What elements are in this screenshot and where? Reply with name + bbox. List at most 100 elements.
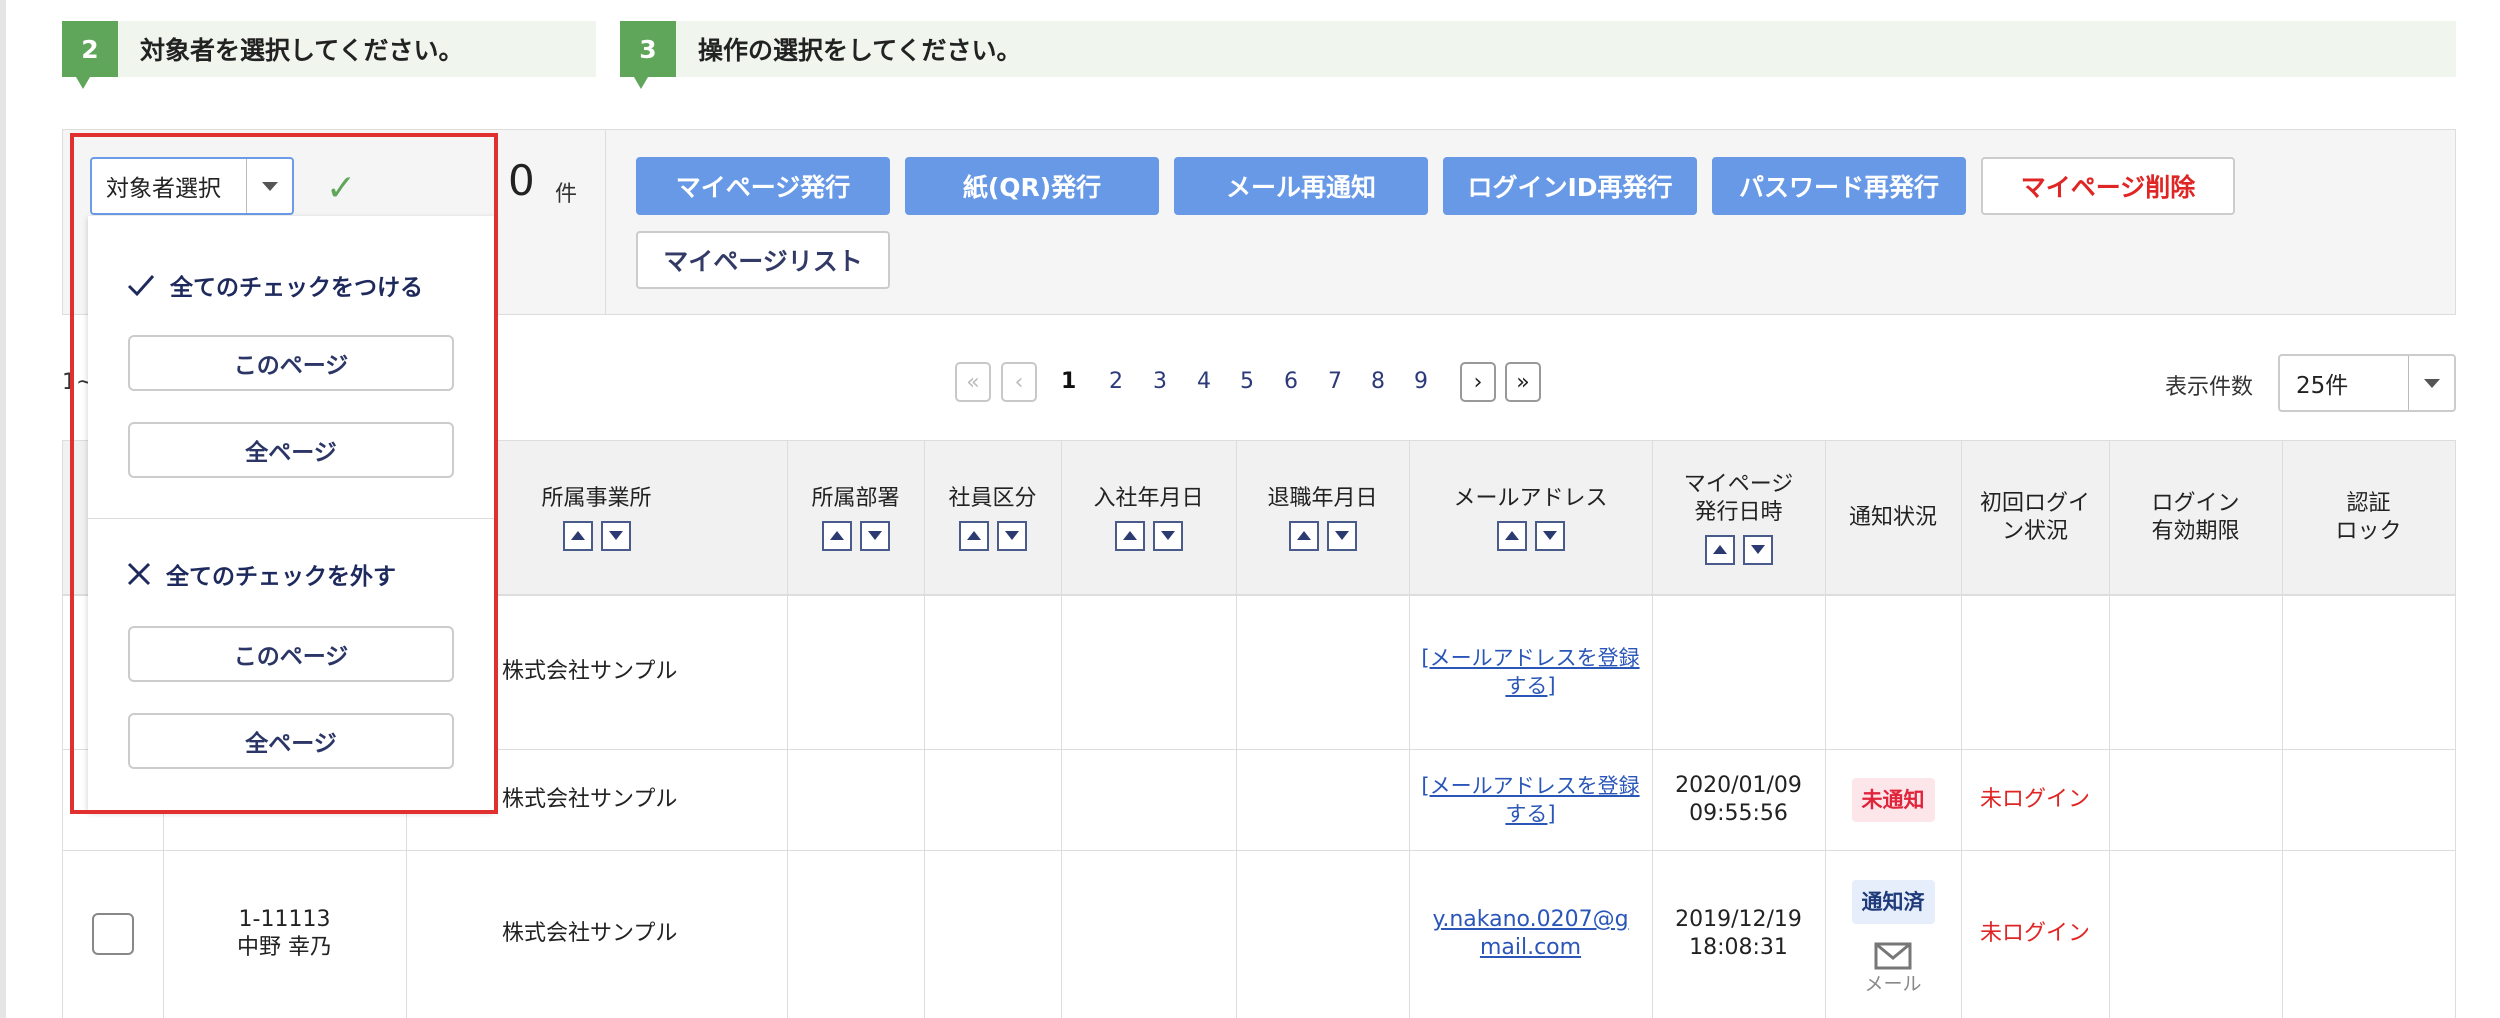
status-badge: 未通知 [1851, 777, 1935, 822]
header-login-expiry-line1: ログイン [2151, 490, 2240, 516]
highlight-box [70, 133, 498, 814]
first-page-button[interactable]: « [955, 362, 991, 402]
header-mypage-date-line2: 発行日時 [1694, 499, 1783, 525]
header-auth-lock: 認証 ロック [2282, 440, 2455, 595]
row-2-time: 09:55:56 [1689, 800, 1788, 826]
page-3-link[interactable]: 3 [1153, 369, 1167, 394]
row-1-email-line2[interactable]: する] [1505, 672, 1555, 700]
paper-qr-issue-button[interactable]: 紙(QR)発行 [905, 157, 1159, 215]
sort-asc-icon[interactable] [1704, 534, 1735, 565]
page-2-link[interactable]: 2 [1109, 369, 1123, 394]
mypage-list-button[interactable]: マイページリスト [636, 231, 890, 289]
row-2-email-line2[interactable]: する] [1505, 800, 1555, 828]
header-first-login: 初回ログイ ン状況 [1961, 440, 2109, 595]
sort-desc-icon[interactable] [1326, 520, 1357, 551]
row-3-first-login: 未ログイン [1961, 850, 2109, 1018]
page-6-link[interactable]: 6 [1284, 369, 1298, 394]
header-office-label: 所属事業所 [541, 485, 652, 511]
row-3-employee: 1-11113 中野 幸乃 [163, 850, 406, 1018]
header-emp-type: 社員区分 [924, 440, 1061, 595]
mail-label: メール [1864, 973, 1922, 995]
row-2-email-link[interactable]: [メールアドレスを登録 する] [1409, 749, 1652, 850]
left-border [0, 0, 6, 1018]
header-auth-lock-line1: 認証 [2346, 490, 2391, 516]
row-2-notify-status: 未通知 [1825, 749, 1961, 850]
login-id-reissue-button[interactable]: ログインID再発行 [1443, 157, 1697, 215]
per-page-select[interactable]: 25件 [2278, 354, 2456, 412]
row-3-employee-id: 1-11113 [238, 907, 331, 932]
header-email: メールアドレス [1409, 440, 1652, 595]
sort-asc-icon[interactable] [1114, 520, 1145, 551]
panel-divider [605, 129, 606, 315]
mail-renotify-button[interactable]: メール再通知 [1174, 157, 1428, 215]
sort-controls [958, 520, 1027, 551]
sort-desc-icon[interactable] [1152, 520, 1183, 551]
header-leave-date-label: 退職年月日 [1267, 485, 1378, 511]
sort-desc-icon[interactable] [600, 520, 631, 551]
header-email-label: メールアドレス [1453, 485, 1608, 511]
sort-asc-icon[interactable] [562, 520, 593, 551]
row-2-email-line1[interactable]: [メールアドレスを登録 [1421, 772, 1639, 800]
mypage-issue-button[interactable]: マイページ発行 [636, 157, 890, 215]
header-dept: 所属部署 [787, 440, 924, 595]
step-3-header: 3 操作の選択をしてください。 [620, 21, 2456, 89]
step-2-header: 2 対象者を選択してください。 [62, 21, 596, 89]
selected-count-unit: 件 [555, 182, 578, 207]
header-notify-status-label: 通知状況 [1848, 504, 1937, 530]
row-3-notify-status: 通知済 メール [1825, 850, 1961, 1018]
next-page-button[interactable]: › [1460, 362, 1496, 402]
sort-desc-icon[interactable] [996, 520, 1027, 551]
row-3-date: 2019/12/19 [1675, 907, 1802, 932]
mypage-delete-button[interactable]: マイページ削除 [1981, 157, 2235, 215]
page-4-link[interactable]: 4 [1197, 369, 1211, 394]
step-3-number: 3 [620, 21, 676, 89]
row-3-email-line2[interactable]: mail.com [1480, 934, 1581, 962]
page-9-link[interactable]: 9 [1414, 369, 1428, 394]
row-3-mypage-date: 2019/12/19 18:08:31 [1652, 850, 1825, 1018]
row-3-employee-name: 中野 幸乃 [237, 935, 332, 960]
row-2-mypage-date: 2020/01/09 09:55:56 [1652, 749, 1825, 850]
header-dept-label: 所属部署 [811, 485, 900, 511]
page-7-link[interactable]: 7 [1328, 369, 1342, 394]
row-3-email-line1[interactable]: y.nakano.0207@g [1432, 906, 1628, 934]
row-3-checkbox[interactable] [92, 913, 134, 955]
row-1-email-line1[interactable]: [メールアドレスを登録 [1421, 644, 1639, 672]
step-2-text: 対象者を選択してください。 [140, 36, 464, 65]
per-page-value: 25件 [2296, 373, 2349, 399]
last-page-button[interactable]: » [1505, 362, 1541, 402]
header-first-login-line2: ン状況 [2001, 518, 2068, 544]
sort-asc-icon[interactable] [821, 520, 852, 551]
page-1-link[interactable]: 1 [1061, 369, 1076, 394]
row-3-office: 株式会社サンプル [502, 921, 678, 946]
row-1-email-link[interactable]: [メールアドレスを登録 する] [1409, 595, 1652, 749]
login-status-text: 未ログイン [1979, 786, 2090, 812]
page-5-link[interactable]: 5 [1240, 369, 1254, 394]
sort-asc-icon[interactable] [1496, 520, 1527, 551]
status-badge: 通知済 [1851, 880, 1935, 924]
header-join-date: 入社年月日 [1061, 440, 1236, 595]
sort-desc-icon[interactable] [1742, 534, 1773, 565]
header-notify-status: 通知状況 [1825, 440, 1961, 595]
prev-page-button[interactable]: ‹ [1001, 362, 1037, 402]
sort-asc-icon[interactable] [958, 520, 989, 551]
sort-desc-icon[interactable] [1534, 520, 1565, 551]
step-3-text: 操作の選択をしてください。 [698, 36, 1022, 65]
sort-asc-icon[interactable] [1288, 520, 1319, 551]
header-login-expiry-line2: 有効期限 [2151, 518, 2240, 544]
page-8-link[interactable]: 8 [1371, 369, 1385, 394]
sort-desc-icon[interactable] [859, 520, 890, 551]
header-mypage-date: マイページ 発行日時 [1652, 440, 1825, 595]
header-first-login-line1: 初回ログイ [1979, 490, 2090, 516]
password-reissue-button[interactable]: パスワード再発行 [1712, 157, 1966, 215]
chevron-down-icon[interactable] [2408, 356, 2454, 410]
mail-icon [1874, 942, 1912, 970]
sort-controls [821, 520, 890, 551]
row-3-email-link[interactable]: y.nakano.0207@g mail.com [1409, 850, 1652, 1018]
per-page-label: 表示件数 [2165, 375, 2254, 400]
sort-controls [1704, 534, 1773, 565]
row-3-checkbox-cell [63, 850, 163, 1018]
step-2-number: 2 [62, 21, 118, 89]
row-2-date: 2020/01/09 [1675, 772, 1802, 798]
login-status-text: 未ログイン [1979, 921, 2090, 946]
header-mypage-date-line1: マイページ [1683, 471, 1794, 497]
